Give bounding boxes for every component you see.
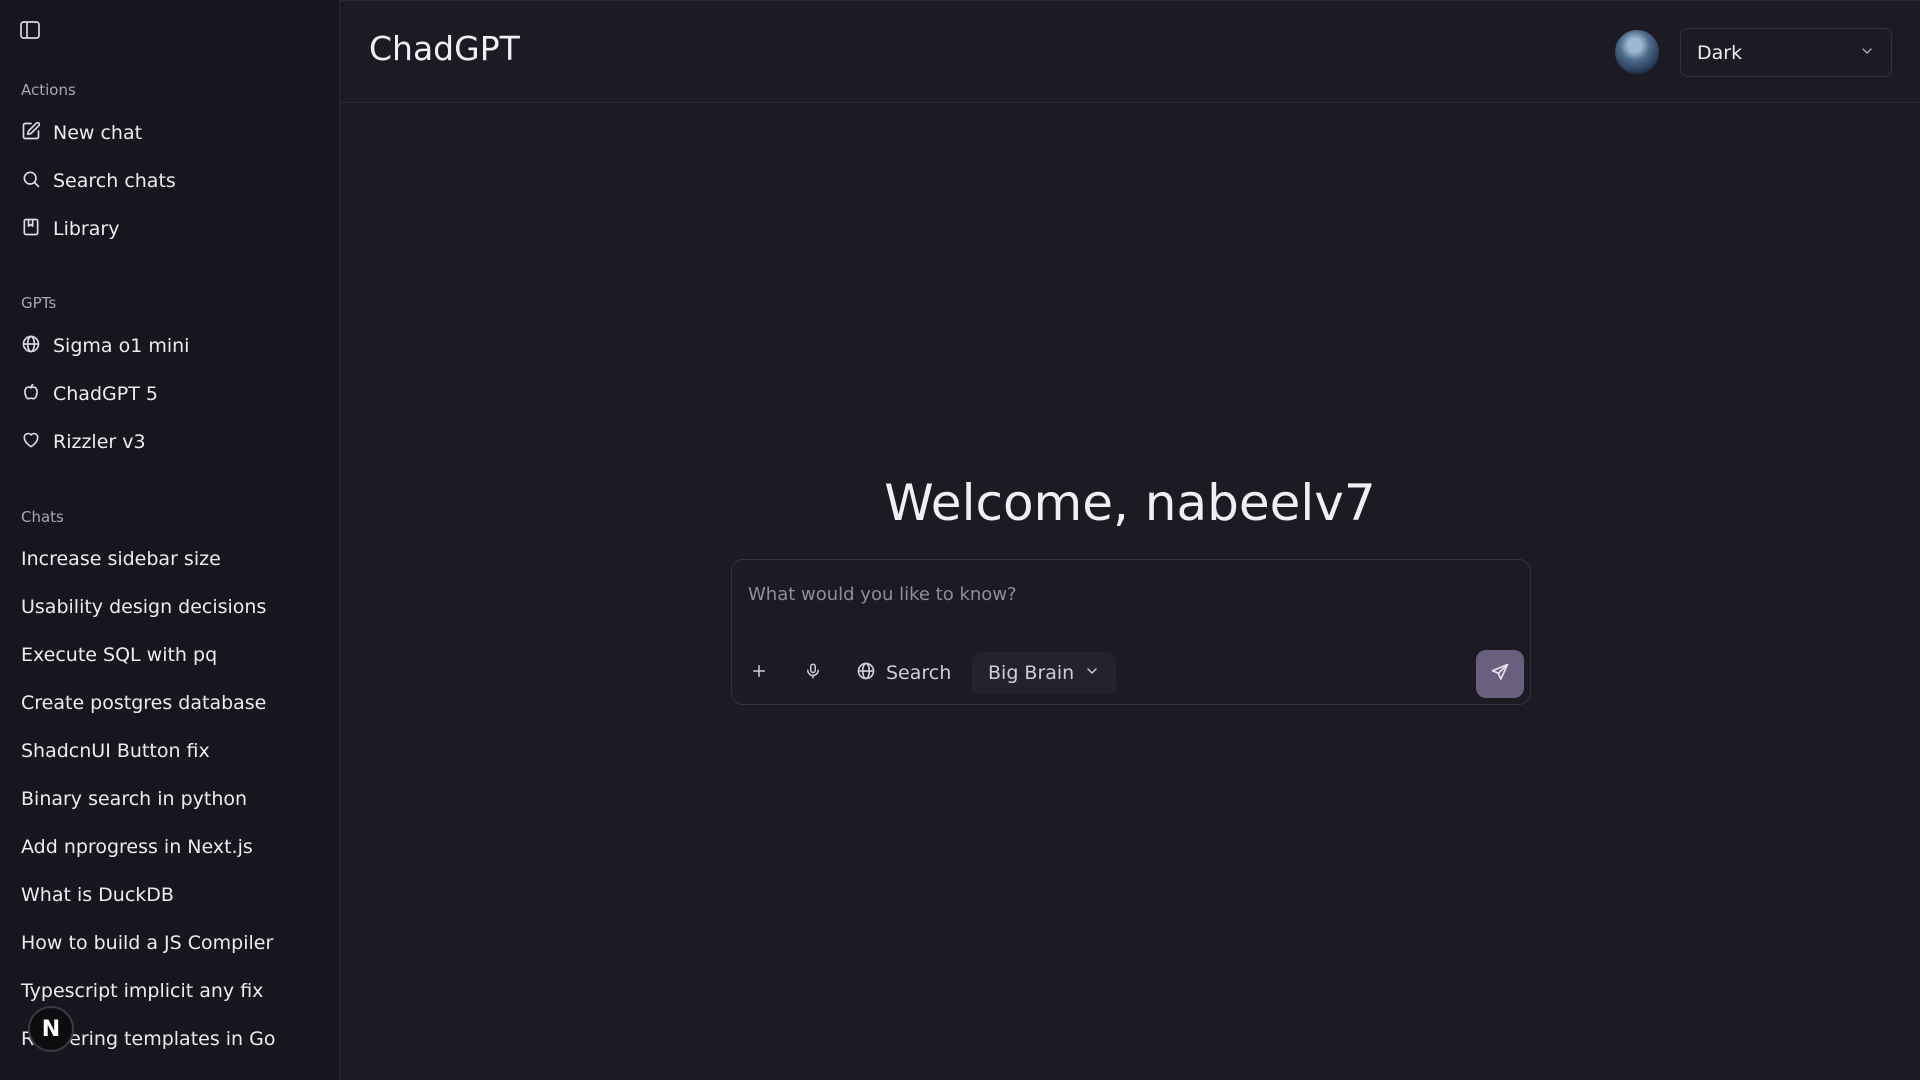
gpt-item-rizzler[interactable]: Rizzler v3: [21, 426, 321, 458]
composer: Search Big Brain: [731, 559, 1531, 705]
gpt-label: Rizzler v3: [53, 431, 146, 453]
theme-select-value: Dark: [1697, 41, 1743, 64]
search-chats-button[interactable]: Search chats: [21, 165, 321, 197]
prompt-input[interactable]: [748, 576, 1508, 612]
search-icon: [21, 169, 41, 194]
chat-item[interactable]: Usability design decisions: [21, 591, 321, 623]
next-dev-badge[interactable]: N: [28, 1006, 74, 1052]
section-label-gpts: GPTs: [21, 294, 57, 312]
chat-item[interactable]: Increase sidebar size: [21, 543, 321, 575]
search-toggle-button[interactable]: Search: [856, 652, 951, 694]
app-root: Actions New chat Search chats Library GP…: [0, 0, 1920, 1080]
model-select-value: Big Brain: [988, 662, 1075, 684]
header: ChadGPT Dark: [340, 0, 1920, 103]
section-label-actions: Actions: [21, 81, 76, 99]
microphone-icon: [804, 661, 822, 686]
chat-item[interactable]: Binary search in python: [21, 783, 321, 815]
chat-item[interactable]: Typescript implicit any fix: [21, 975, 321, 1007]
attach-button[interactable]: [744, 652, 774, 694]
sidebar-toggle-icon[interactable]: [19, 20, 41, 40]
new-chat-label: New chat: [53, 122, 143, 144]
app-title: ChadGPT: [369, 29, 520, 68]
gpt-label: Sigma o1 mini: [53, 335, 190, 357]
chat-item[interactable]: Create postgres database: [21, 687, 321, 719]
plus-icon: [750, 662, 768, 685]
new-chat-button[interactable]: New chat: [21, 117, 321, 149]
library-label: Library: [53, 218, 120, 240]
model-select[interactable]: Big Brain: [972, 652, 1117, 694]
chat-item[interactable]: Execute SQL with pq: [21, 639, 321, 671]
apple-icon: [21, 382, 41, 407]
globe-icon: [856, 661, 876, 686]
chevron-down-icon: [1859, 42, 1875, 64]
welcome-heading: Welcome, nabeelv7: [884, 474, 1376, 532]
chat-item[interactable]: What is DuckDB: [21, 879, 321, 911]
avatar[interactable]: [1615, 30, 1659, 74]
chat-item[interactable]: How to build a JS Compiler: [21, 927, 321, 959]
sidebar: Actions New chat Search chats Library GP…: [0, 0, 340, 1080]
book-icon: [21, 217, 41, 242]
globe-icon: [21, 334, 41, 359]
chat-item[interactable]: Add nprogress in Next.js: [21, 831, 321, 863]
theme-select[interactable]: Dark: [1680, 28, 1892, 77]
gpt-item-sigma[interactable]: Sigma o1 mini: [21, 330, 321, 362]
search-toggle-label: Search: [886, 662, 952, 684]
gpt-label: ChadGPT 5: [53, 383, 158, 405]
search-chats-label: Search chats: [53, 170, 176, 192]
send-button[interactable]: [1476, 650, 1524, 698]
gpt-item-chadgpt5[interactable]: ChadGPT 5: [21, 378, 321, 410]
heart-icon: [21, 430, 41, 455]
library-button[interactable]: Library: [21, 213, 321, 245]
chat-item[interactable]: ShadcnUI Button fix: [21, 735, 321, 767]
voice-button[interactable]: [798, 652, 828, 694]
send-icon: [1490, 662, 1510, 686]
main-area: ChadGPT Dark Welcome, nabeelv7 What woul…: [340, 0, 1920, 1080]
chevron-down-icon: [1084, 662, 1100, 684]
edit-icon: [21, 121, 41, 146]
section-label-chats: Chats: [21, 508, 64, 526]
